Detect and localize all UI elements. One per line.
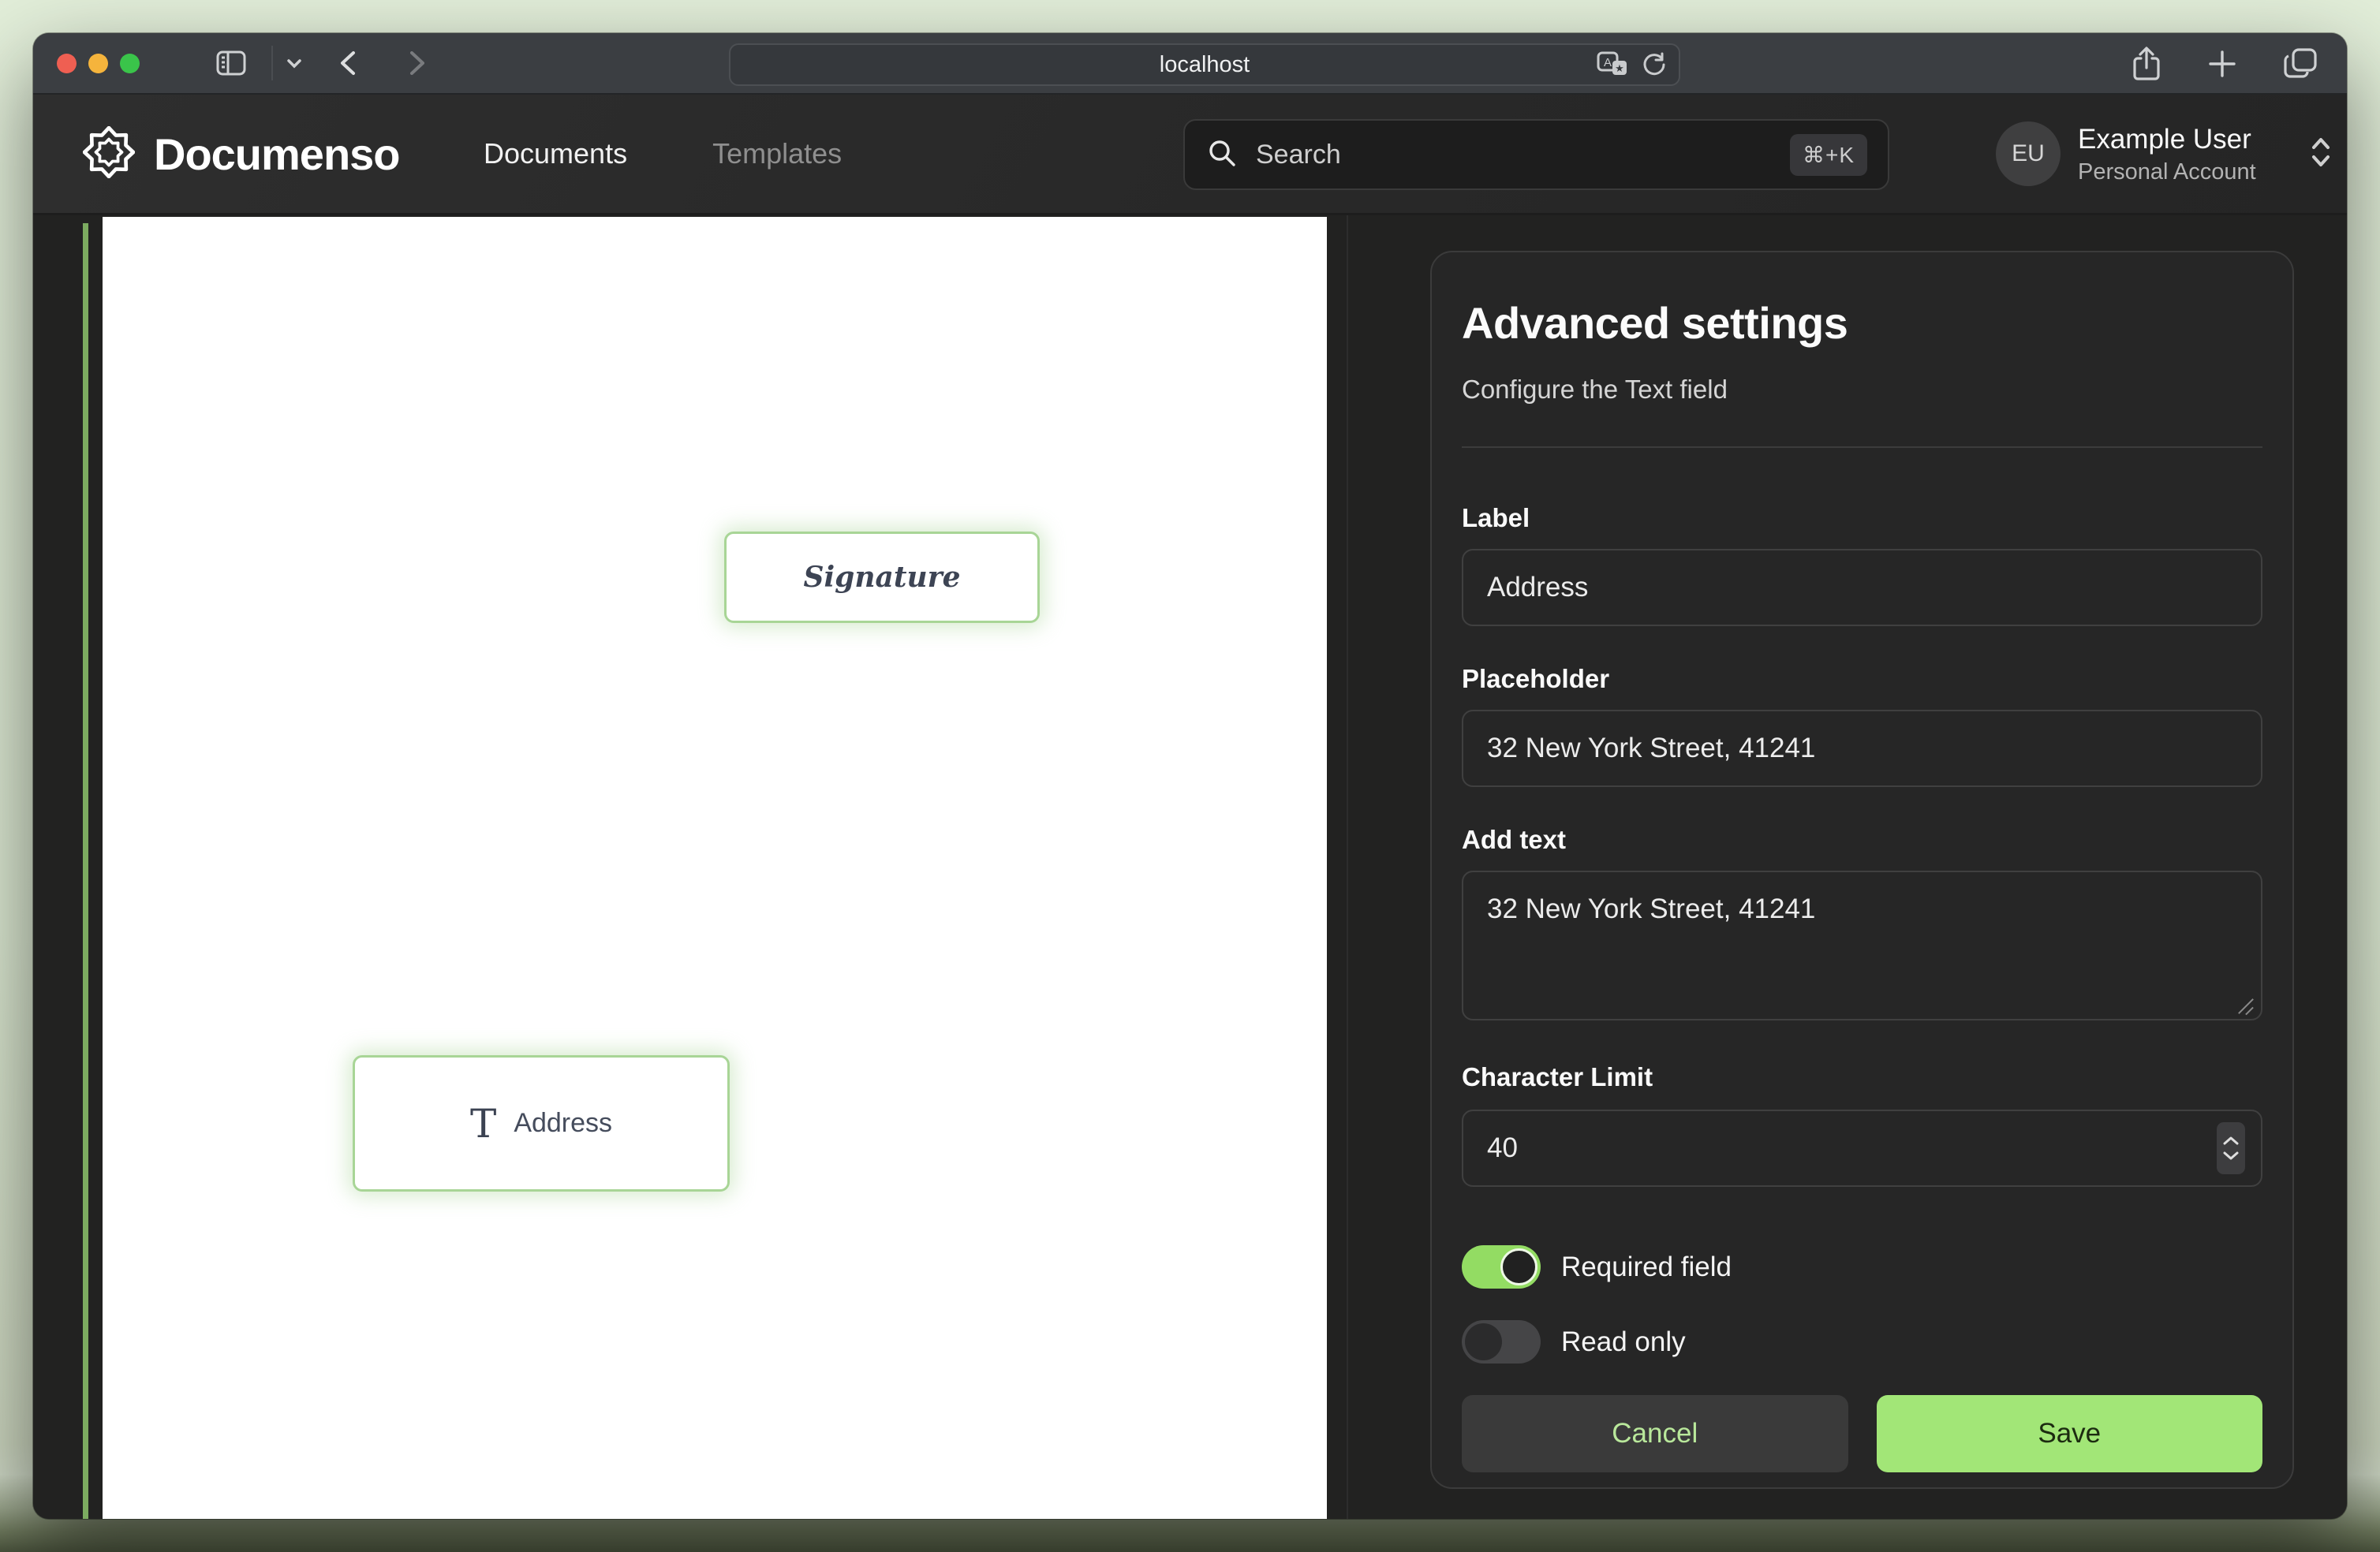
label-input[interactable] (1462, 549, 2262, 626)
nav-templates[interactable]: Templates (712, 137, 842, 170)
nav-documents[interactable]: Documents (484, 137, 627, 170)
translate-icon[interactable]: A ★ (1597, 51, 1628, 78)
documenso-logo-icon (83, 126, 135, 182)
main-nav: Documents Templates (484, 95, 842, 213)
chrome-divider (271, 46, 273, 80)
url-text: localhost (1160, 52, 1250, 78)
search-shortcut-badge: ⌘+K (1790, 134, 1867, 176)
text-field-T-icon: T (470, 1104, 496, 1143)
read-only-label: Read only (1561, 1326, 1686, 1358)
text-field-address[interactable]: T Address (353, 1055, 730, 1192)
text-field-label: Address (514, 1108, 612, 1139)
sidebar-chevron-down-icon[interactable] (284, 53, 305, 73)
label-field-label: Label (1462, 505, 2262, 532)
search-placeholder: Search (1256, 140, 1773, 170)
content-area: Signature T Address Advanced settings Co… (33, 215, 2347, 1519)
minimize-window-button[interactable] (88, 54, 108, 73)
placeholder-field-label: Placeholder (1462, 666, 2262, 692)
traffic-lights (57, 54, 140, 73)
avatar: EU (1996, 121, 2061, 186)
required-field-row: Required field (1462, 1245, 2262, 1289)
svg-text:★: ★ (1615, 62, 1624, 74)
browser-window: localhost A ★ (33, 33, 2347, 1519)
content-divider (1347, 215, 1348, 1519)
required-field-toggle[interactable] (1462, 1245, 1541, 1289)
brand[interactable]: Documenso (83, 95, 400, 213)
addtext-textarea[interactable]: 32 New York Street, 41241 (1462, 871, 2262, 1020)
user-menu[interactable]: EU Example User Personal Account (1996, 95, 2335, 213)
panel-divider (1462, 446, 2262, 448)
textarea-resize-handle[interactable] (2237, 998, 2255, 1015)
app-header: Documenso Documents Templates Search ⌘+K… (33, 95, 2347, 215)
reload-icon[interactable] (1641, 51, 1668, 78)
required-field-label: Required field (1561, 1252, 1732, 1283)
read-only-toggle[interactable] (1462, 1320, 1541, 1364)
address-bar[interactable]: localhost A ★ (729, 43, 1680, 86)
cancel-button[interactable]: Cancel (1462, 1395, 1848, 1472)
user-account-type: Personal Account (2078, 159, 2256, 185)
svg-text:A: A (1604, 56, 1612, 69)
sidebar-toggle-icon[interactable] (215, 47, 248, 80)
panel-title: Advanced settings (1462, 298, 2262, 349)
close-window-button[interactable] (57, 54, 77, 73)
panel-subtitle: Configure the Text field (1462, 374, 2262, 405)
back-button[interactable] (334, 47, 361, 80)
search-input[interactable]: Search ⌘+K (1183, 119, 1889, 190)
brand-name: Documenso (154, 129, 400, 180)
charlimit-input[interactable] (1462, 1110, 2262, 1187)
browser-chrome: localhost A ★ (33, 33, 2347, 95)
advanced-settings-panel: Advanced settings Configure the Text fie… (1430, 251, 2294, 1489)
read-only-row: Read only (1462, 1320, 2262, 1364)
placeholder-input[interactable] (1462, 710, 2262, 787)
user-name: Example User (2078, 123, 2256, 156)
search-icon (1205, 136, 1239, 173)
new-tab-icon[interactable] (2206, 48, 2238, 80)
number-stepper[interactable] (2217, 1122, 2245, 1174)
signature-field-label: Signature (803, 561, 960, 594)
share-icon[interactable] (2131, 46, 2162, 82)
charlimit-field-label: Character Limit (1462, 1064, 2262, 1091)
save-button[interactable]: Save (1877, 1395, 2263, 1472)
forward-button[interactable] (404, 47, 431, 80)
page-edge-indicator (83, 223, 88, 1519)
document-page: Signature T Address (103, 217, 1327, 1519)
addtext-field-label: Add text (1462, 826, 2262, 853)
tabs-overview-icon[interactable] (2282, 47, 2318, 81)
signature-field[interactable]: Signature (724, 532, 1040, 623)
account-switcher-icon[interactable] (2307, 133, 2335, 175)
zoom-window-button[interactable] (120, 54, 140, 73)
